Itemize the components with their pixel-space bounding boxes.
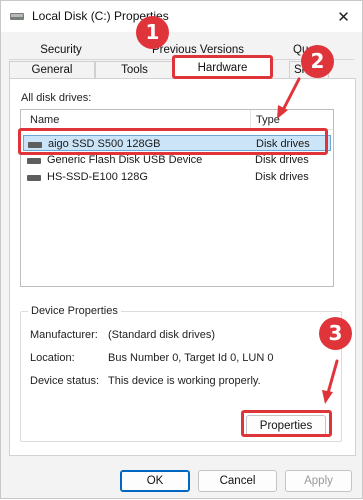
close-icon: ✕ — [337, 8, 350, 26]
column-separator[interactable] — [250, 110, 251, 130]
drive-icon — [9, 9, 25, 23]
all-disk-drives-label: All disk drives: — [21, 92, 92, 104]
disk-drive-icon — [27, 158, 41, 164]
drive-name: aigo SSD S500 128GB — [48, 138, 161, 150]
disk-drives-list[interactable]: Name Type aigo SSD S500 128GB Disk drive… — [20, 109, 334, 287]
step-badge-1: 1 — [136, 16, 169, 49]
step-badge-2: 2 — [301, 45, 334, 78]
disk-drive-icon — [27, 175, 41, 181]
column-name[interactable]: Name — [30, 114, 59, 126]
device-properties-title: Device Properties — [28, 305, 121, 317]
step-badge-3: 3 — [319, 317, 352, 350]
tab-tools[interactable]: Tools — [95, 61, 174, 78]
location-value: Bus Number 0, Target Id 0, LUN 0 — [108, 352, 274, 364]
cancel-button[interactable]: Cancel — [198, 470, 277, 492]
tab-security[interactable]: Security — [27, 42, 95, 59]
title-bar: Local Disk (C:) Properties ✕ — [1, 1, 362, 32]
ok-button[interactable]: OK — [120, 470, 190, 492]
apply-button[interactable]: Apply — [285, 470, 352, 492]
device-status-label: Device status: — [30, 375, 100, 387]
drive-name: HS-SSD-E100 128G — [47, 171, 148, 183]
drive-name: Generic Flash Disk USB Device — [47, 154, 203, 166]
close-button[interactable]: ✕ — [325, 1, 362, 32]
list-header: Name Type — [21, 110, 333, 130]
tab-general[interactable]: General — [9, 61, 95, 78]
manufacturer-value: (Standard disk drives) — [108, 329, 215, 341]
tab-hardware[interactable]: Hardware — [174, 57, 271, 78]
properties-dialog: Local Disk (C:) Properties ✕ Security Pr… — [0, 0, 363, 499]
list-item[interactable]: HS-SSD-E100 128G Disk drives — [23, 169, 331, 185]
list-item[interactable]: aigo SSD S500 128GB Disk drives — [23, 135, 331, 151]
location-label: Location: — [30, 352, 75, 364]
device-status-value: This device is working properly. — [108, 375, 261, 387]
column-type[interactable]: Type — [256, 114, 280, 126]
properties-button[interactable]: Properties — [246, 415, 326, 437]
drive-type: Disk drives — [255, 154, 309, 166]
drive-type: Disk drives — [255, 171, 309, 183]
manufacturer-label: Manufacturer: — [30, 329, 98, 341]
drive-type: Disk drives — [256, 138, 310, 150]
list-item[interactable]: Generic Flash Disk USB Device Disk drive… — [23, 152, 331, 168]
disk-drive-icon — [28, 142, 42, 148]
